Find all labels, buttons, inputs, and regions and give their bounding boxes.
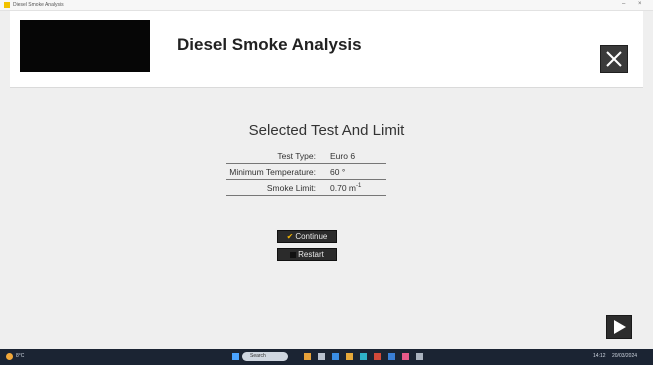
app-icon-1[interactable] — [304, 353, 311, 360]
app-icon-5[interactable] — [360, 353, 367, 360]
smoke-limit-label: Smoke Limit: — [266, 183, 316, 193]
test-type-label: Test Type: — [277, 151, 316, 161]
os-window-title: Diesel Smoke Analysis — [13, 2, 64, 8]
restart-label: Restart — [298, 250, 324, 259]
next-button[interactable] — [606, 315, 632, 339]
os-taskbar: 8°C Search 14:12 20/03/2024 — [0, 349, 653, 365]
section-title: Selected Test And Limit — [248, 122, 405, 139]
app-icon-4[interactable] — [346, 353, 353, 360]
restart-button[interactable]: Restart — [277, 248, 337, 261]
play-next-icon — [614, 320, 626, 334]
app-icon-9[interactable] — [416, 353, 423, 360]
minimize-icon[interactable]: – — [622, 0, 625, 9]
app-icon-3[interactable] — [332, 353, 339, 360]
row-min-temperature: Minimum Temperature: 60 ° — [226, 164, 386, 180]
continue-label: Continue — [295, 232, 328, 241]
app-header: Diesel Smoke Analysis — [10, 11, 643, 88]
logo — [20, 20, 150, 72]
row-test-type: Test Type: Euro 6 — [226, 148, 386, 164]
app-icon — [4, 2, 10, 8]
test-summary-table: Test Type: Euro 6 Minimum Temperature: 6… — [226, 148, 386, 196]
taskbar-date: 20/03/2024 — [612, 353, 638, 359]
os-titlebar: Diesel Smoke Analysis – × — [0, 0, 653, 11]
min-temperature-value: 60 ° — [330, 167, 346, 177]
weather-icon[interactable] — [6, 353, 13, 360]
weather-text: 8°C — [16, 353, 25, 359]
start-icon[interactable] — [232, 353, 239, 360]
square-icon — [290, 252, 297, 258]
min-temperature-label: Minimum Temperature: — [229, 167, 316, 177]
checkmark-icon: ✔ — [286, 232, 294, 241]
page-title: Diesel Smoke Analysis — [177, 35, 362, 54]
app-icon-7[interactable] — [388, 353, 395, 360]
taskbar-search-input[interactable]: Search — [242, 352, 288, 361]
close-x-icon — [606, 51, 622, 67]
app-icon-2[interactable] — [318, 353, 325, 360]
continue-button[interactable]: ✔ Continue — [277, 230, 337, 243]
smoke-limit-value: 0.70 m-1 — [330, 183, 361, 193]
close-button[interactable] — [600, 45, 628, 73]
taskbar-time: 14:12 — [593, 353, 606, 359]
screen: Diesel Smoke Analysis – × Diesel Smoke A… — [0, 0, 653, 365]
smoke-limit-unit-exponent: -1 — [356, 183, 362, 189]
row-smoke-limit: Smoke Limit: 0.70 m-1 — [226, 180, 386, 196]
test-type-value: Euro 6 — [330, 151, 356, 161]
window-close-icon[interactable]: × — [638, 0, 642, 9]
app-icon-6[interactable] — [374, 353, 381, 360]
app-icon-8[interactable] — [402, 353, 409, 360]
smoke-limit-number: 0.70 m — [330, 183, 356, 193]
